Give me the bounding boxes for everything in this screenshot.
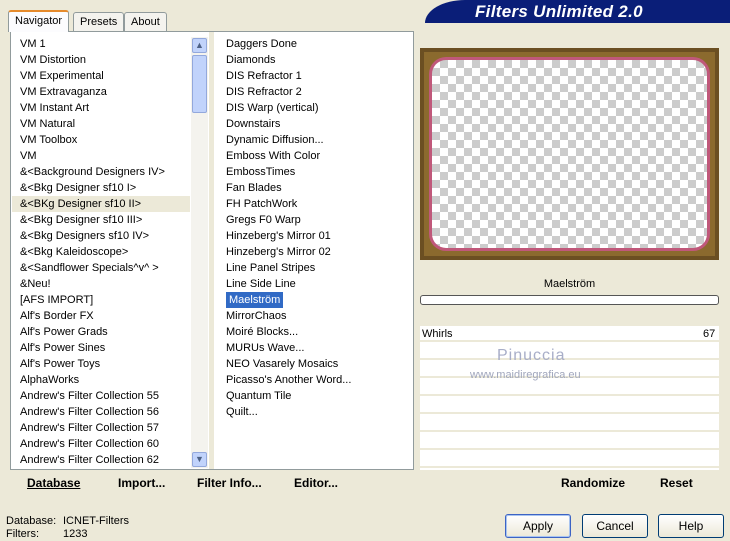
category-item[interactable]: &<BKg Designer sf10 II> — [12, 196, 190, 212]
list-divider[interactable] — [209, 32, 214, 469]
reset-button[interactable]: Reset — [660, 476, 693, 490]
scroll-up-icon[interactable]: ▲ — [192, 38, 207, 53]
filter-item[interactable]: Line Panel Stripes — [218, 260, 408, 276]
apply-button[interactable]: Apply — [505, 514, 571, 538]
filters-count: 1233 — [63, 528, 88, 540]
category-item[interactable]: VM Extravaganza — [12, 84, 190, 100]
filter-item[interactable]: Downstairs — [218, 116, 408, 132]
app-title-banner: Filters Unlimited 2.0 — [425, 0, 730, 23]
category-scrollbar[interactable]: ▲ ▼ — [191, 37, 208, 468]
category-item[interactable]: &<Bkg Designers sf10 IV> — [12, 228, 190, 244]
slider-row-empty — [420, 434, 719, 450]
category-item[interactable]: Andrew's Filter Collection 56 — [12, 404, 190, 420]
filter-item[interactable]: Quilt... — [218, 404, 408, 420]
category-item[interactable]: &<Sandflower Specials^v^ > — [12, 260, 190, 276]
category-item[interactable]: VM — [12, 148, 190, 164]
category-item[interactable]: Alf's Power Sines — [12, 340, 190, 356]
filter-item[interactable]: NEO Vasarely Mosaics — [218, 356, 408, 372]
database-label: Database: — [6, 515, 57, 527]
category-item[interactable]: &<Bkg Designer sf10 I> — [12, 180, 190, 196]
category-item[interactable]: VM Instant Art — [12, 100, 190, 116]
tab-about[interactable]: About — [124, 12, 167, 32]
filter-item[interactable]: DIS Refractor 1 — [218, 68, 408, 84]
randomize-button[interactable]: Randomize — [561, 476, 625, 490]
filter-item[interactable]: Diamonds — [218, 52, 408, 68]
filter-item[interactable]: DIS Refractor 2 — [218, 84, 408, 100]
parameter-bar — [420, 295, 719, 305]
category-item[interactable]: &<Bkg Designer sf10 III> — [12, 212, 190, 228]
filter-item[interactable]: FH PatchWork — [218, 196, 408, 212]
category-item[interactable]: VM Experimental — [12, 68, 190, 84]
category-item[interactable]: Alf's Border FX — [12, 308, 190, 324]
category-item[interactable]: VM Natural — [12, 116, 190, 132]
watermark-name: Pinuccia — [497, 347, 566, 364]
filter-item[interactable]: Gregs F0 Warp — [218, 212, 408, 228]
filter-item[interactable]: Line Side Line — [218, 276, 408, 292]
filter-list[interactable]: Daggers Done Diamonds DIS Refractor 1 DIS R… — [218, 36, 408, 468]
filter-item[interactable]: Dynamic Diffusion... — [218, 132, 408, 148]
filter-item[interactable]: Emboss With Color — [218, 148, 408, 164]
category-item[interactable]: VM 1 — [12, 36, 190, 52]
slider-row-empty — [420, 398, 719, 414]
filter-item[interactable]: Fan Blades — [218, 180, 408, 196]
filters-label: Filters: — [6, 528, 39, 540]
category-item[interactable]: Andrew's Filter Collection 55 — [12, 388, 190, 404]
filter-item[interactable]: Maelström — [226, 292, 284, 308]
category-item[interactable]: AlphaWorks — [12, 372, 190, 388]
category-item[interactable]: [AFS IMPORT] — [12, 292, 190, 308]
preview-image — [420, 48, 719, 260]
category-item[interactable]: Andrew's Filter Collection 57 — [12, 420, 190, 436]
transparency-checker — [432, 60, 707, 248]
database-button[interactable]: Database — [27, 476, 80, 490]
filter-item[interactable]: DIS Warp (vertical) — [218, 100, 408, 116]
editor-button[interactable]: Editor... — [294, 476, 338, 490]
slider-row-empty — [420, 344, 719, 360]
filter-item[interactable]: Moiré Blocks... — [218, 324, 408, 340]
category-item[interactable]: &<Background Designers IV> — [12, 164, 190, 180]
filter-item[interactable]: Hinzeberg's Mirror 01 — [218, 228, 408, 244]
filter-item[interactable]: Quantum Tile — [218, 388, 408, 404]
category-item[interactable]: Andrew's Filter Collection 60 — [12, 436, 190, 452]
slider-row-empty — [420, 452, 719, 468]
category-item[interactable]: Alf's Power Toys — [12, 356, 190, 372]
scroll-down-icon[interactable]: ▼ — [192, 452, 207, 467]
category-item[interactable]: &<Bkg Kaleidoscope> — [12, 244, 190, 260]
category-item[interactable]: &Neu! — [12, 276, 190, 292]
filter-item[interactable]: Hinzeberg's Mirror 02 — [218, 244, 408, 260]
watermark-url: www.maidiregrafica.eu — [470, 369, 581, 381]
filter-item[interactable]: EmbossTimes — [218, 164, 408, 180]
category-item[interactable]: Andrew's Filter Collection 62 — [12, 452, 190, 468]
whirls-label: Whirls — [422, 328, 453, 340]
slider-whirls[interactable] — [420, 326, 719, 342]
filter-info-button[interactable]: Filter Info... — [197, 476, 262, 490]
category-list[interactable]: VM 1 VM Distortion VM Experimental VM Extra… — [12, 36, 190, 468]
filter-item[interactable]: Daggers Done — [218, 36, 408, 52]
tab-navigator[interactable]: Navigator — [8, 10, 70, 32]
filter-item[interactable]: Picasso's Another Word... — [218, 372, 408, 388]
slider-row-empty — [420, 380, 719, 396]
scroll-thumb[interactable] — [192, 55, 207, 113]
database-value: ICNET-Filters — [63, 515, 129, 527]
filter-item[interactable]: MURUs Wave... — [218, 340, 408, 356]
import-button[interactable]: Import... — [118, 476, 165, 490]
filter-item[interactable]: MirrorChaos — [218, 308, 408, 324]
category-item[interactable]: VM Toolbox — [12, 132, 190, 148]
help-button[interactable]: Help — [658, 514, 724, 538]
whirls-value: 67 — [703, 328, 716, 340]
cancel-button[interactable]: Cancel — [582, 514, 648, 538]
category-item[interactable]: Alf's Power Grads — [12, 324, 190, 340]
slider-row-empty — [420, 416, 719, 432]
category-item[interactable]: VM Distortion — [12, 52, 190, 68]
tab-presets[interactable]: Presets — [73, 12, 125, 32]
